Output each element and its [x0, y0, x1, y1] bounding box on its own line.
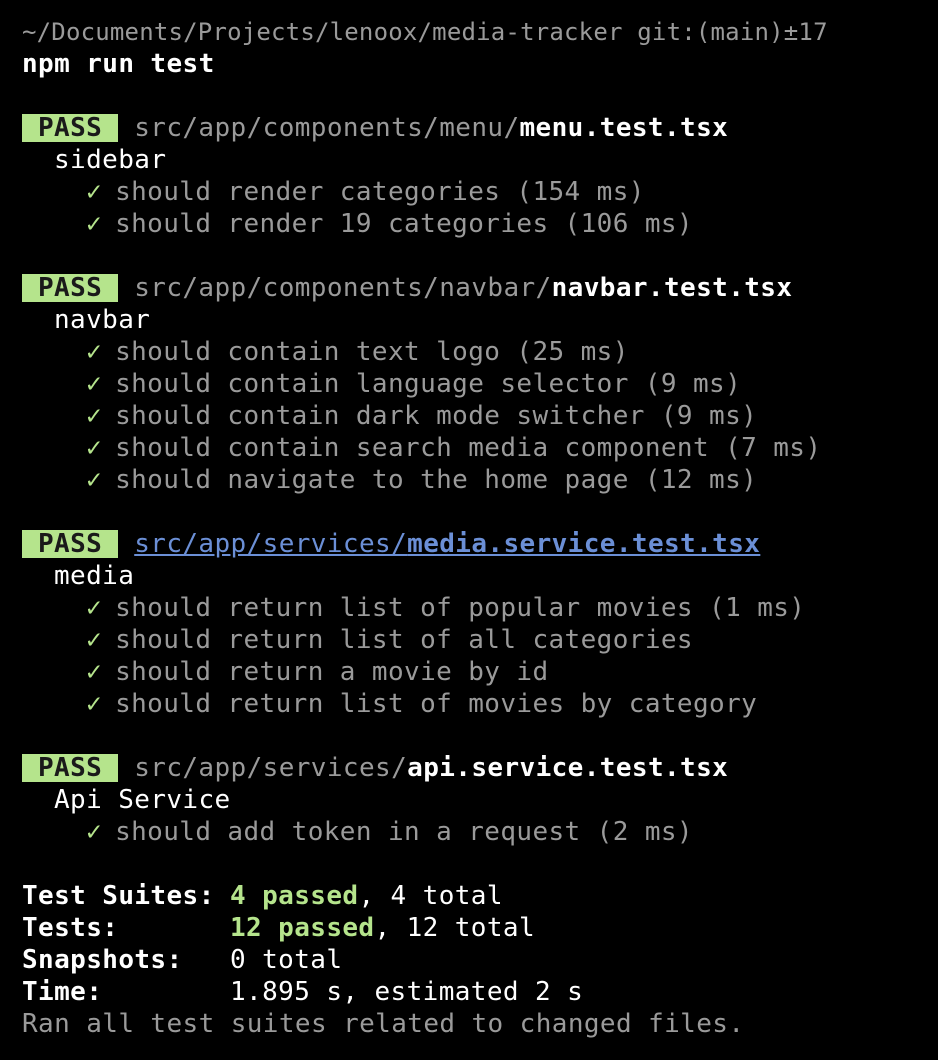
check-icon: ✓ — [86, 625, 103, 655]
test-result: ✓ should return a movie by id — [22, 656, 938, 688]
summary-label: Test Suites: — [22, 881, 215, 911]
test-result: ✓ should contain search media component (… — [22, 432, 938, 464]
check-icon: ✓ — [86, 337, 103, 367]
test-result: ✓ should contain text logo (25 ms) — [22, 336, 938, 368]
test-result: ✓ should render 19 categories (106 ms) — [22, 208, 938, 240]
terminal-window: ~/Documents/Projects/lenoox/media-tracke… — [0, 0, 938, 1060]
test-name: should render categories (154 ms) — [115, 177, 645, 207]
shell-command: npm run test — [22, 49, 215, 79]
suite-path: src/app/components/navbar/navbar.test.ts… — [134, 272, 792, 304]
suite-path-dir: src/app/components/menu/ — [134, 113, 520, 143]
pass-badge: PASS — [22, 114, 119, 142]
test-name: should return list of movies by category — [115, 689, 758, 719]
describe-group: sidebar — [54, 145, 167, 175]
test-result: ✓ should add token in a request (2 ms) — [22, 816, 938, 848]
test-name: should contain language selector (9 ms) — [115, 369, 742, 399]
check-icon: ✓ — [86, 593, 103, 623]
test-name: should add token in a request (2 ms) — [115, 817, 693, 847]
check-icon: ✓ — [86, 433, 103, 463]
suite-path-link[interactable]: src/app/services/media.service.test.tsx — [134, 528, 760, 560]
test-result: ✓ should return list of movies by categor… — [22, 688, 938, 720]
pass-badge: PASS — [22, 530, 119, 558]
describe-group: navbar — [54, 305, 151, 335]
suite-path-dir: src/app/services/ — [134, 753, 408, 783]
summary-snapshots: Snapshots: 0 total — [22, 944, 938, 976]
check-icon: ✓ — [86, 209, 103, 239]
test-result: ✓ should return list of all categories — [22, 624, 938, 656]
describe-group: Api Service — [54, 785, 231, 815]
test-name: should return list of all categories — [115, 625, 693, 655]
test-result: ✓ should navigate to the home page (12 ms… — [22, 464, 938, 496]
prompt-git-status: git:(main)±17 — [637, 18, 828, 46]
check-icon: ✓ — [86, 369, 103, 399]
suite-header: PASS src/app/services/media.service.test… — [22, 528, 938, 560]
check-icon: ✓ — [86, 657, 103, 687]
summary-label: Tests: — [22, 913, 119, 943]
test-name: should render 19 categories (106 ms) — [115, 209, 693, 239]
summary-total: , 4 total — [358, 881, 503, 911]
suite-path-file: api.service.test.tsx — [407, 753, 729, 783]
test-name: should return list of popular movies (1 … — [115, 593, 806, 623]
summary-passed: 4 passed — [230, 881, 359, 911]
summary-suites: Test Suites: 4 passed, 4 total — [22, 880, 938, 912]
summary-value: 1.895 s, estimated 2 s — [230, 977, 584, 1007]
test-name: should contain dark mode switcher (9 ms) — [115, 401, 758, 431]
check-icon: ✓ — [86, 689, 103, 719]
summary-passed: 12 passed — [230, 913, 375, 943]
test-name: should contain search media component (7… — [115, 433, 822, 463]
suite-path-dir: src/app/components/navbar/ — [134, 273, 552, 303]
suite-header: PASS src/app/services/api.service.test.t… — [22, 752, 938, 784]
summary-total: , 12 total — [374, 913, 536, 943]
summary-tests: Tests: 12 passed, 12 total — [22, 912, 938, 944]
check-icon: ✓ — [86, 465, 103, 495]
describe-group: media — [54, 561, 135, 591]
suite-path: src/app/components/menu/menu.test.tsx — [134, 112, 728, 144]
check-icon: ✓ — [86, 817, 103, 847]
suite-path-file: menu.test.tsx — [519, 113, 729, 143]
suite-header: PASS src/app/components/navbar/navbar.te… — [22, 272, 938, 304]
test-name: should navigate to the home page (12 ms) — [115, 465, 758, 495]
suite-header: PASS src/app/components/menu/menu.test.t… — [22, 112, 938, 144]
check-icon: ✓ — [86, 401, 103, 431]
pass-badge: PASS — [22, 274, 119, 302]
test-result: ✓ should contain language selector (9 ms) — [22, 368, 938, 400]
test-name: should contain text logo (25 ms) — [115, 337, 629, 367]
suite-path-file: media.service.test.tsx — [407, 529, 761, 559]
summary-label: Time: — [22, 977, 103, 1007]
summary-time: Time: 1.895 s, estimated 2 s — [22, 976, 938, 1008]
summary-footer: Ran all test suites related to changed f… — [22, 1009, 745, 1039]
suite-path-file: navbar.test.tsx — [551, 273, 793, 303]
test-name: should return a movie by id — [115, 657, 549, 687]
suite-path: src/app/services/api.service.test.tsx — [134, 752, 728, 784]
summary-value: 0 total — [230, 945, 343, 975]
suite-path-dir: src/app/services/ — [134, 529, 408, 559]
shell-prompt: ~/Documents/Projects/lenoox/media-tracke… — [22, 16, 938, 48]
test-result: ✓ should render categories (154 ms) — [22, 176, 938, 208]
check-icon: ✓ — [86, 177, 103, 207]
summary-label: Snapshots: — [22, 945, 183, 975]
test-result: ✓ should contain dark mode switcher (9 ms… — [22, 400, 938, 432]
prompt-path: ~/Documents/Projects/lenoox/media-tracke… — [22, 18, 623, 46]
pass-badge: PASS — [22, 754, 119, 782]
test-result: ✓ should return list of popular movies (1… — [22, 592, 938, 624]
